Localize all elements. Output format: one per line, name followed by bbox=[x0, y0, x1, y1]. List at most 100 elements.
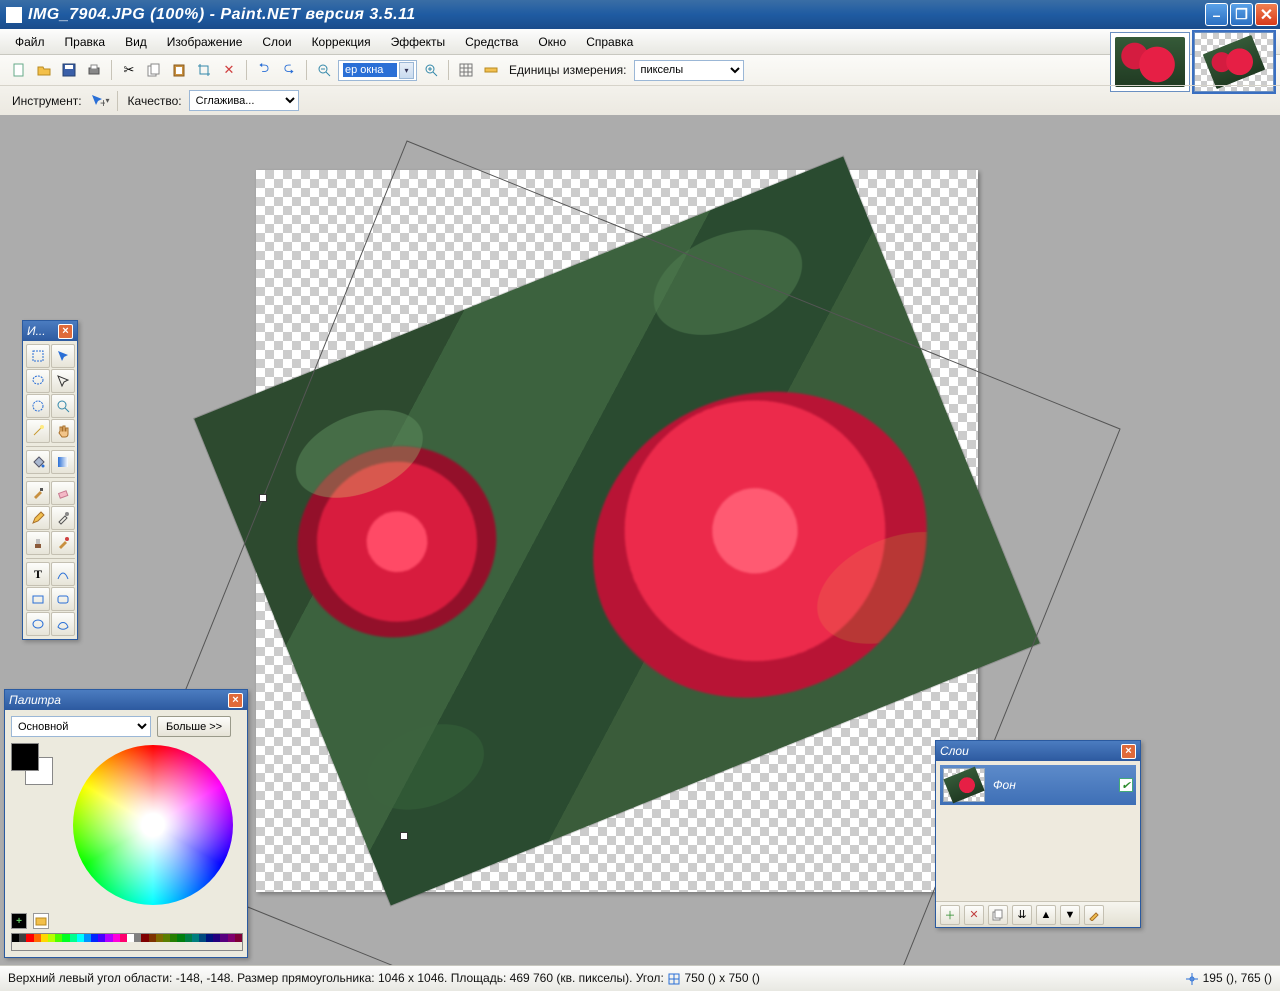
menu-edit[interactable]: Правка bbox=[56, 32, 115, 52]
tools-close-button[interactable]: × bbox=[58, 324, 73, 339]
add-swatch-button[interactable]: + bbox=[11, 913, 27, 929]
swatch[interactable] bbox=[220, 934, 227, 942]
tool-rect[interactable] bbox=[26, 587, 50, 611]
swatch[interactable] bbox=[98, 934, 105, 942]
palette-mode-select[interactable]: Основной bbox=[11, 716, 151, 737]
palette-more-button[interactable]: Больше >> bbox=[157, 716, 231, 737]
manage-palette-button[interactable] bbox=[33, 913, 49, 929]
deselect-button[interactable]: ✕ bbox=[218, 59, 240, 81]
tool-rect-select[interactable] bbox=[26, 344, 50, 368]
tool-move[interactable] bbox=[51, 369, 75, 393]
new-button[interactable] bbox=[8, 59, 30, 81]
cut-button[interactable]: ✂ bbox=[118, 59, 140, 81]
layer-props-button[interactable] bbox=[1084, 905, 1104, 925]
layer-duplicate-button[interactable] bbox=[988, 905, 1008, 925]
color-wheel[interactable] bbox=[73, 745, 233, 905]
menu-adjust[interactable]: Коррекция bbox=[303, 32, 380, 52]
tool-freeform[interactable] bbox=[51, 612, 75, 636]
tool-recolor[interactable] bbox=[51, 531, 75, 555]
menu-help[interactable]: Справка bbox=[577, 32, 642, 52]
quality-select[interactable]: Сглажива... bbox=[189, 90, 299, 111]
swatch[interactable] bbox=[149, 934, 156, 942]
menu-effects[interactable]: Эффекты bbox=[382, 32, 455, 52]
menu-layers[interactable]: Слои bbox=[253, 32, 300, 52]
print-button[interactable] bbox=[83, 59, 105, 81]
tool-gradient[interactable] bbox=[51, 450, 75, 474]
swatch[interactable] bbox=[48, 934, 55, 942]
tool-pencil[interactable] bbox=[26, 506, 50, 530]
layer-up-button[interactable]: ▲ bbox=[1036, 905, 1056, 925]
maximize-button[interactable]: ❐ bbox=[1230, 3, 1253, 26]
swatch[interactable] bbox=[113, 934, 120, 942]
zoom-combo[interactable]: ▾ bbox=[338, 60, 417, 81]
palette-panel[interactable]: Палитра× Основной Больше >> + bbox=[4, 689, 248, 958]
layer-visible-checkbox[interactable]: ✔ bbox=[1119, 778, 1133, 792]
tool-magic-wand[interactable] bbox=[26, 419, 50, 443]
open-button[interactable] bbox=[33, 59, 55, 81]
menu-window[interactable]: Окно bbox=[529, 32, 575, 52]
tools-panel[interactable]: И...× T bbox=[22, 320, 78, 640]
swatch[interactable] bbox=[141, 934, 148, 942]
layer-merge-button[interactable]: ⇊ bbox=[1012, 905, 1032, 925]
tool-text[interactable]: T bbox=[26, 562, 50, 586]
swatch[interactable] bbox=[120, 934, 127, 942]
current-tool-button[interactable]: +▾ bbox=[89, 90, 111, 112]
swatch[interactable] bbox=[199, 934, 206, 942]
save-button[interactable] bbox=[58, 59, 80, 81]
swatch[interactable] bbox=[70, 934, 77, 942]
tool-move-selection[interactable] bbox=[51, 344, 75, 368]
layer-down-button[interactable]: ▼ bbox=[1060, 905, 1080, 925]
tool-bucket[interactable] bbox=[26, 450, 50, 474]
tool-ellipse[interactable] bbox=[26, 612, 50, 636]
units-select[interactable]: пикселы bbox=[634, 60, 744, 81]
zoom-dropdown-icon[interactable]: ▾ bbox=[399, 62, 414, 79]
swatch[interactable] bbox=[177, 934, 184, 942]
swatch[interactable] bbox=[163, 934, 170, 942]
swatch[interactable] bbox=[19, 934, 26, 942]
paste-button[interactable] bbox=[168, 59, 190, 81]
fg-bg-swatch[interactable] bbox=[11, 743, 57, 793]
swatch[interactable] bbox=[34, 934, 41, 942]
swatch[interactable] bbox=[170, 934, 177, 942]
zoom-out-button[interactable] bbox=[313, 59, 335, 81]
swatch[interactable] bbox=[91, 934, 98, 942]
close-button[interactable]: ✕ bbox=[1255, 3, 1278, 26]
swatch[interactable] bbox=[127, 934, 134, 942]
grid-button[interactable] bbox=[455, 59, 477, 81]
menu-tools[interactable]: Средства bbox=[456, 32, 527, 52]
swatch[interactable] bbox=[213, 934, 220, 942]
tool-roundrect[interactable] bbox=[51, 587, 75, 611]
tool-picker[interactable] bbox=[51, 506, 75, 530]
menu-file[interactable]: Файл bbox=[6, 32, 54, 52]
swatch[interactable] bbox=[84, 934, 91, 942]
palette-close-button[interactable]: × bbox=[228, 693, 243, 708]
fg-color[interactable] bbox=[11, 743, 39, 771]
layers-close-button[interactable]: × bbox=[1121, 744, 1136, 759]
menu-image[interactable]: Изображение bbox=[158, 32, 252, 52]
swatch[interactable] bbox=[192, 934, 199, 942]
color-strip[interactable] bbox=[11, 933, 243, 951]
tool-pan[interactable] bbox=[51, 419, 75, 443]
zoom-in-button[interactable] bbox=[420, 59, 442, 81]
swatch[interactable] bbox=[41, 934, 48, 942]
minimize-button[interactable]: – bbox=[1205, 3, 1228, 26]
swatch[interactable] bbox=[105, 934, 112, 942]
layer-add-button[interactable]: ＋ bbox=[940, 905, 960, 925]
tool-brush[interactable] bbox=[26, 481, 50, 505]
canvas[interactable] bbox=[256, 170, 978, 892]
copy-button[interactable] bbox=[143, 59, 165, 81]
layers-panel[interactable]: Слои× Фон ✔ ＋ ✕ ⇊ ▲ ▼ bbox=[935, 740, 1141, 928]
tool-clone[interactable] bbox=[26, 531, 50, 555]
swatch[interactable] bbox=[185, 934, 192, 942]
swatch[interactable] bbox=[206, 934, 213, 942]
tool-ellipse-select[interactable] bbox=[26, 394, 50, 418]
tool-zoom[interactable] bbox=[51, 394, 75, 418]
swatch[interactable] bbox=[134, 934, 141, 942]
swatch[interactable] bbox=[228, 934, 235, 942]
layer-row-0[interactable]: Фон ✔ bbox=[940, 765, 1136, 805]
ruler-button[interactable] bbox=[480, 59, 502, 81]
swatch[interactable] bbox=[77, 934, 84, 942]
swatch[interactable] bbox=[26, 934, 33, 942]
swatch[interactable] bbox=[62, 934, 69, 942]
tool-lasso[interactable] bbox=[26, 369, 50, 393]
